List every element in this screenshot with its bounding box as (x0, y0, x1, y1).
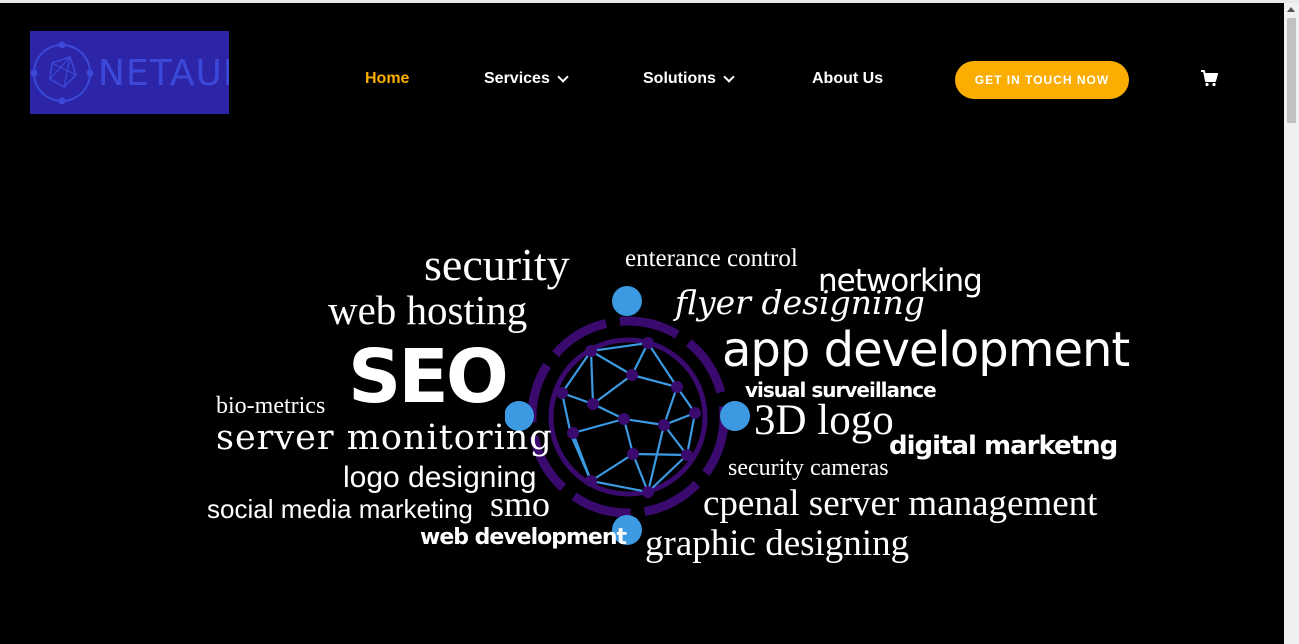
word-cpenal-server-management: cpenal server management (703, 483, 1098, 524)
word-seo: SEO (348, 334, 509, 420)
word-server-monitoring: server monitoring (216, 418, 553, 458)
nav-home[interactable]: Home (365, 68, 409, 90)
scrollbar-thumb[interactable] (1287, 18, 1296, 123)
nav-services-label: Services (484, 70, 550, 87)
word-web-hosting: web hosting (328, 287, 528, 333)
get-in-touch-button[interactable]: GET IN TOUCH NOW (955, 61, 1129, 99)
page-scrollbar[interactable] (1284, 3, 1299, 644)
logo-text: NETAUN (98, 53, 229, 94)
chevron-down-icon (557, 71, 569, 83)
word-smo: smo (490, 484, 551, 524)
scroll-up-arrow-icon[interactable] (1287, 7, 1295, 12)
nav-about-us[interactable]: About Us (812, 68, 883, 90)
nav-solutions-label: Solutions (643, 70, 716, 87)
word-digital-marketng: digital marketng (889, 431, 1118, 461)
nav-services[interactable]: Services (484, 68, 569, 90)
cart-icon (1201, 70, 1218, 87)
word-bio-metrics: bio-metrics (216, 393, 326, 419)
word-social-media-marketing: social media marketing (207, 494, 473, 524)
site-logo[interactable]: NETAUN (30, 31, 229, 114)
nav-about-us-label: About Us (812, 70, 884, 87)
window-top-border (0, 0, 1299, 3)
get-in-touch-label: GET IN TOUCH NOW (974, 73, 1110, 87)
nav-home-label: Home (365, 70, 410, 87)
word-flyer-designing: flyer designing (675, 283, 925, 322)
cart-button[interactable] (1200, 69, 1218, 87)
word-web-development: web development (420, 525, 627, 550)
nav-solutions[interactable]: Solutions (643, 68, 735, 90)
word-enterance-control: enterance control (625, 245, 798, 272)
word-3d-logo: 3D logo (754, 397, 894, 444)
word-app-development: app development (722, 322, 1130, 378)
word-security-cameras: security cameras (728, 455, 889, 481)
chevron-down-icon (723, 71, 735, 83)
word-security: security (424, 239, 570, 290)
word-graphic-designing: graphic designing (645, 523, 910, 564)
